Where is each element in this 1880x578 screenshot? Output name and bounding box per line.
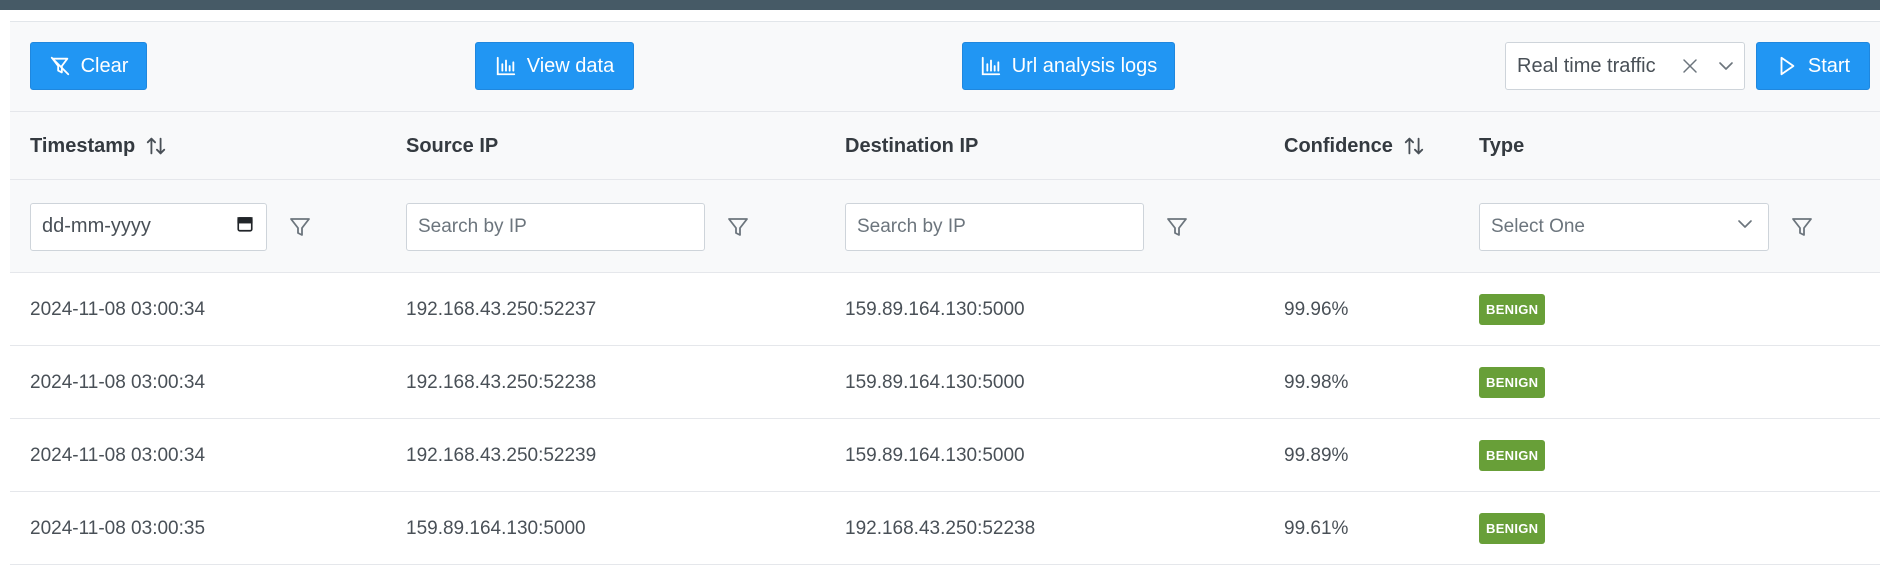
traffic-source-dropdown[interactable]: Real time traffic xyxy=(1505,42,1745,90)
clear-button-label: Clear xyxy=(80,54,129,77)
source-ip-cell: 192.168.43.250:52237 xyxy=(406,298,597,320)
clear-button[interactable]: Clear xyxy=(30,42,147,90)
type-cell: BENIGN xyxy=(1479,492,1546,565)
destination-ip-filter: Search by IP xyxy=(845,180,1192,273)
source-ip-search-input[interactable]: Search by IP xyxy=(406,202,705,251)
timestamp-cell: 2024-11-08 03:00:34 xyxy=(30,298,206,320)
column-header-type: Type xyxy=(1479,134,1525,157)
status-badge: BENIGN xyxy=(1479,367,1546,398)
column-header-confidence[interactable]: Confidence xyxy=(1284,112,1425,180)
calendar-icon[interactable] xyxy=(236,215,254,239)
filter-slash-icon xyxy=(49,55,71,77)
view-data-button[interactable]: View data xyxy=(475,42,634,90)
filter-icon[interactable] xyxy=(285,212,315,242)
destination-ip-cell: 159.89.164.130:5000 xyxy=(845,298,1025,320)
column-header-destination-ip: Destination IP xyxy=(845,134,979,157)
chart-bar-icon xyxy=(980,55,1002,77)
destination-ip-cell: 192.168.43.250:52238 xyxy=(845,517,1036,539)
column-header-timestamp[interactable]: Timestamp xyxy=(30,112,167,180)
type-cell: BENIGN xyxy=(1479,419,1546,492)
traffic-panel: Clear View data Url analysis logs Real t… xyxy=(10,21,1880,578)
confidence-cell: 99.61% xyxy=(1284,517,1349,539)
source-ip-cell: 192.168.43.250:52238 xyxy=(406,371,597,393)
table-header: Timestamp Source IP Destination IP Confi… xyxy=(10,112,1880,180)
start-button-label: Start xyxy=(1807,54,1851,77)
table-row[interactable]: 2024-11-08 03:00:35 159.89.164.130:5000 … xyxy=(10,492,1880,565)
chevron-down-icon[interactable] xyxy=(1708,43,1744,89)
timestamp-filter: dd-mm-yyyy xyxy=(30,180,315,273)
start-button[interactable]: Start xyxy=(1756,42,1870,90)
url-analysis-logs-label: Url analysis logs xyxy=(1011,54,1158,77)
times-icon[interactable] xyxy=(1672,43,1708,89)
table-row[interactable]: 2024-11-08 03:00:34 192.168.43.250:52237… xyxy=(10,273,1880,346)
source-ip-cell: 192.168.43.250:52239 xyxy=(406,444,597,466)
status-badge: BENIGN xyxy=(1479,513,1546,544)
sort-alt-icon[interactable] xyxy=(1403,135,1425,157)
confidence-cell: 99.89% xyxy=(1284,444,1349,466)
toolbar: Clear View data Url analysis logs Real t… xyxy=(10,22,1880,112)
traffic-table: Timestamp Source IP Destination IP Confi… xyxy=(10,112,1880,565)
filter-icon[interactable] xyxy=(723,212,753,242)
type-cell: BENIGN xyxy=(1479,273,1546,346)
table-row[interactable]: 2024-11-08 03:00:34 192.168.43.250:52238… xyxy=(10,346,1880,419)
timestamp-cell: 2024-11-08 03:00:34 xyxy=(30,444,206,466)
type-select-dropdown[interactable]: Select One xyxy=(1479,202,1769,251)
filter-row: dd-mm-yyyy Search by IP Search by IP Sel… xyxy=(10,180,1880,273)
top-bar xyxy=(0,0,1880,10)
filter-icon[interactable] xyxy=(1162,212,1192,242)
source-ip-filter: Search by IP xyxy=(406,180,753,273)
destination-ip-cell: 159.89.164.130:5000 xyxy=(845,371,1025,393)
status-badge: BENIGN xyxy=(1479,440,1546,471)
type-cell: BENIGN xyxy=(1479,346,1546,419)
view-data-label: View data xyxy=(526,54,615,77)
confidence-cell: 99.96% xyxy=(1284,298,1349,320)
source-ip-cell: 159.89.164.130:5000 xyxy=(406,517,586,539)
sort-alt-icon[interactable] xyxy=(145,135,167,157)
destination-ip-cell: 159.89.164.130:5000 xyxy=(845,444,1025,466)
chart-bar-icon xyxy=(495,55,517,77)
timestamp-cell: 2024-11-08 03:00:35 xyxy=(30,517,206,539)
timestamp-cell: 2024-11-08 03:00:34 xyxy=(30,371,206,393)
type-filter: Select One xyxy=(1479,180,1817,273)
table-row[interactable]: 2024-11-08 03:00:34 192.168.43.250:52239… xyxy=(10,419,1880,492)
url-analysis-logs-button[interactable]: Url analysis logs xyxy=(962,42,1175,90)
status-badge: BENIGN xyxy=(1479,294,1546,325)
play-icon xyxy=(1776,55,1798,77)
confidence-cell: 99.98% xyxy=(1284,371,1349,393)
chevron-down-icon xyxy=(1736,215,1754,239)
filter-icon[interactable] xyxy=(1787,212,1817,242)
date-filter-input[interactable]: dd-mm-yyyy xyxy=(30,202,267,251)
traffic-source-value: Real time traffic xyxy=(1517,54,1656,77)
destination-ip-search-input[interactable]: Search by IP xyxy=(845,202,1144,251)
column-header-source-ip: Source IP xyxy=(406,134,499,157)
